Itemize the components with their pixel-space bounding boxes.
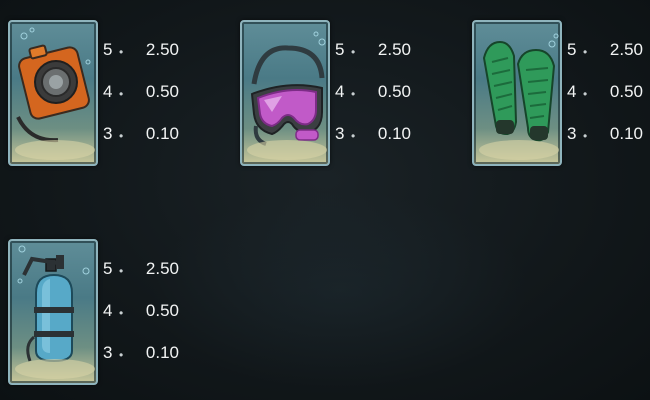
underwater-camera-icon — [15, 27, 95, 160]
match-count: 3 — [567, 124, 577, 143]
match-count: 5 — [103, 259, 113, 278]
separator-dot: • — [119, 129, 124, 143]
match-count: 3 — [103, 343, 113, 362]
symbol-tile-fins — [472, 20, 562, 166]
payout-list: 5 • 2.50 4 • 0.50 3 • 0.10 — [103, 239, 193, 383]
separator-dot: • — [351, 45, 356, 59]
payout-row: 4 • 0.50 — [335, 82, 425, 102]
separator-dot: • — [351, 129, 356, 143]
payout-row: 5 • 2.50 — [103, 259, 193, 279]
payout-value: 0.10 — [609, 124, 643, 143]
payout-value: 0.50 — [145, 301, 179, 320]
match-count: 4 — [335, 82, 345, 101]
payout-value: 0.50 — [377, 82, 411, 101]
payout-value: 0.50 — [145, 82, 179, 101]
payout-value: 2.50 — [145, 259, 179, 278]
payout-row: 5 • 2.50 — [567, 40, 650, 60]
payout-row: 5 • 2.50 — [335, 40, 425, 60]
payout-row: 3 • 0.10 — [103, 343, 193, 363]
payout-row: 4 • 0.50 — [103, 82, 193, 102]
separator-dot: • — [351, 87, 356, 101]
separator-dot: • — [119, 306, 124, 320]
match-count: 5 — [335, 40, 345, 59]
symbol-tile-camera — [8, 20, 98, 166]
swim-fins-icon — [479, 33, 559, 160]
separator-dot: • — [583, 129, 588, 143]
payout-value: 0.50 — [609, 82, 643, 101]
separator-dot: • — [119, 264, 124, 278]
payout-list: 5 • 2.50 4 • 0.50 3 • 0.10 — [335, 20, 425, 164]
match-count: 4 — [103, 82, 113, 101]
payout-value: 2.50 — [145, 40, 179, 59]
separator-dot: • — [119, 45, 124, 59]
payout-list: 5 • 2.50 4 • 0.50 3 • 0.10 — [567, 20, 650, 164]
match-count: 3 — [335, 124, 345, 143]
payout-row: 3 • 0.10 — [103, 124, 193, 144]
payout-row: 4 • 0.50 — [567, 82, 650, 102]
separator-dot: • — [119, 348, 124, 362]
match-count: 5 — [103, 40, 113, 59]
payout-value: 0.10 — [377, 124, 411, 143]
oxygen-tank-icon — [15, 245, 95, 379]
match-count: 5 — [567, 40, 577, 59]
match-count: 4 — [103, 301, 113, 320]
payout-value: 0.10 — [145, 343, 179, 362]
background-watermark — [150, 190, 530, 390]
payout-value: 0.10 — [145, 124, 179, 143]
separator-dot: • — [583, 87, 588, 101]
separator-dot: • — [583, 45, 588, 59]
match-count: 4 — [567, 82, 577, 101]
match-count: 3 — [103, 124, 113, 143]
payout-row: 4 • 0.50 — [103, 301, 193, 321]
payout-value: 2.50 — [609, 40, 643, 59]
payout-row: 3 • 0.10 — [567, 124, 650, 144]
payout-value: 2.50 — [377, 40, 411, 59]
payout-row: 5 • 2.50 — [103, 40, 193, 60]
diving-mask-icon — [247, 31, 327, 160]
payout-row: 3 • 0.10 — [335, 124, 425, 144]
separator-dot: • — [119, 87, 124, 101]
symbol-tile-mask — [240, 20, 330, 166]
symbol-tile-tank — [8, 239, 98, 385]
payout-list: 5 • 2.50 4 • 0.50 3 • 0.10 — [103, 20, 193, 164]
